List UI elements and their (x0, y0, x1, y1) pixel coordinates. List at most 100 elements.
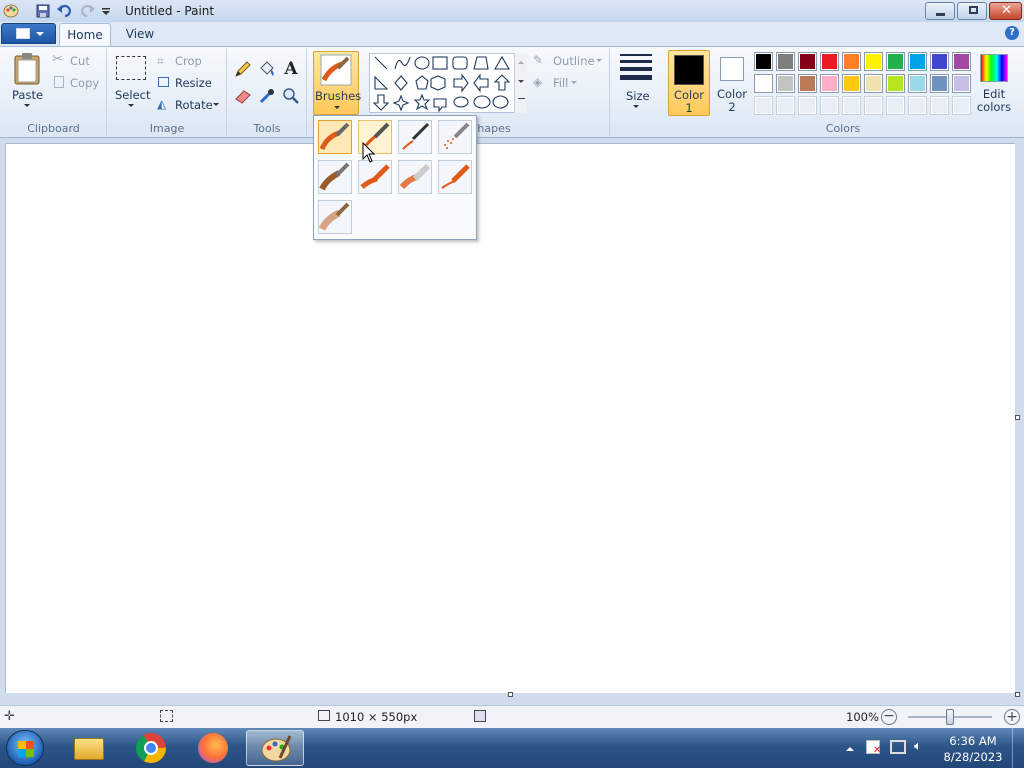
custom-color-slot[interactable] (842, 96, 861, 115)
help-icon[interactable]: ? (1005, 26, 1019, 40)
palette-swatch[interactable] (886, 52, 905, 71)
palette-swatch[interactable] (754, 74, 773, 93)
resize-handle-right[interactable] (1015, 415, 1020, 420)
palette-swatch[interactable] (820, 52, 839, 71)
resize-button[interactable]: Resize (157, 75, 217, 91)
network-icon[interactable] (890, 740, 906, 754)
chevron-down-icon (213, 103, 219, 109)
start-button[interactable] (6, 730, 44, 766)
save-icon[interactable] (35, 3, 51, 19)
shapes-scrollbar[interactable] (514, 53, 527, 113)
brush-option-oil[interactable] (318, 160, 352, 194)
palette-swatch[interactable] (798, 74, 817, 93)
clock-time[interactable]: 6:36 AM (942, 734, 1004, 748)
brush-option-brush[interactable] (318, 120, 352, 154)
paste-label: Paste (12, 88, 44, 102)
brush-option-pencil[interactable] (438, 160, 472, 194)
custom-color-slot[interactable] (754, 96, 773, 115)
zoom-in-button[interactable]: + (1004, 709, 1020, 725)
rotate-button[interactable]: ◭ Rotate (157, 97, 221, 113)
tab-view[interactable]: View (115, 23, 165, 46)
zoom-slider-thumb[interactable] (946, 709, 954, 725)
custom-color-slot[interactable] (776, 96, 795, 115)
edit-colors-button[interactable]: Edit colors (976, 50, 1012, 116)
custom-color-slot[interactable] (908, 96, 927, 115)
select-button[interactable]: Select (113, 52, 150, 114)
taskbar-chrome[interactable] (132, 732, 170, 764)
restore-button[interactable] (957, 2, 987, 20)
custom-color-slot[interactable] (864, 96, 883, 115)
outline-button[interactable]: ✎ Outline (533, 53, 605, 69)
close-button[interactable]: ✕ (989, 2, 1022, 20)
pencil-tool[interactable] (233, 59, 253, 79)
palette-swatch[interactable] (930, 52, 949, 71)
text-tool[interactable]: A (281, 59, 301, 79)
custom-color-slot[interactable] (886, 96, 905, 115)
palette-swatch[interactable] (930, 74, 949, 93)
cut-button[interactable]: ✂ Cut (52, 52, 102, 69)
palette-swatch[interactable] (864, 74, 883, 93)
custom-color-slot[interactable] (798, 96, 817, 115)
palette-swatch[interactable] (754, 52, 773, 71)
palette-swatch[interactable] (908, 52, 927, 71)
resize-handle-bottom[interactable] (508, 692, 513, 697)
palette-swatch[interactable] (952, 52, 971, 71)
show-desktop-button[interactable] (1012, 728, 1024, 768)
brush-option-airbrush[interactable] (438, 120, 472, 154)
paint-menu-button[interactable] (1, 23, 56, 44)
fill-button[interactable]: ◈ Fill (533, 75, 583, 91)
palette-swatch[interactable] (886, 74, 905, 93)
palette-swatch[interactable] (842, 52, 861, 71)
zoom-out-button[interactable]: − (881, 709, 897, 725)
fill-bucket-icon: ◈ (533, 75, 543, 89)
chevron-down-icon (24, 104, 30, 110)
eraser-tool[interactable] (233, 86, 253, 106)
palette-swatch[interactable] (776, 52, 795, 71)
brush-option-calligraphy-2[interactable] (398, 120, 432, 154)
palette-swatch[interactable] (908, 74, 927, 93)
folder-icon (74, 738, 104, 760)
clock-date[interactable]: 8/28/2023 (942, 750, 1004, 764)
brush-option-marker[interactable] (398, 160, 432, 194)
paste-button[interactable]: Paste (8, 50, 48, 114)
brushes-button[interactable]: Brushes (313, 51, 361, 115)
action-center-icon[interactable]: ✕ (866, 740, 881, 756)
palette-swatch[interactable] (864, 52, 883, 71)
redo-icon[interactable] (79, 3, 95, 19)
color1-button[interactable]: Color 1 (668, 50, 710, 116)
copy-button[interactable]: Copy (52, 75, 102, 91)
color-palette (754, 52, 974, 116)
custom-color-slot[interactable] (930, 96, 949, 115)
magnifier-tool[interactable] (281, 86, 301, 106)
resize-handle-corner[interactable] (1015, 692, 1020, 697)
palette-swatch[interactable] (820, 74, 839, 93)
palette-swatch[interactable] (776, 74, 795, 93)
customize-toolbar-icon[interactable] (98, 3, 114, 19)
paint-app-icon[interactable] (3, 3, 19, 19)
minimize-button[interactable] (925, 2, 955, 20)
palette-swatch[interactable] (952, 74, 971, 93)
fill-tool[interactable] (257, 59, 277, 79)
color-picker-tool[interactable] (257, 86, 277, 106)
taskbar-explorer[interactable] (70, 732, 108, 764)
drawing-canvas[interactable] (5, 143, 1015, 693)
tab-home[interactable]: Home (59, 23, 111, 46)
undo-icon[interactable] (57, 3, 73, 19)
show-hidden-icons-button[interactable] (846, 743, 854, 751)
custom-color-slot[interactable] (952, 96, 971, 115)
shapes-gallery[interactable] (369, 53, 527, 113)
color2-button[interactable]: Color 2 (714, 50, 750, 116)
size-button[interactable]: Size (616, 51, 656, 115)
volume-muted-icon[interactable]: 🔈︎ (914, 739, 932, 755)
chevron-down-icon (596, 59, 602, 65)
custom-color-slot[interactable] (820, 96, 839, 115)
crop-button[interactable]: ⌗ Crop (157, 53, 217, 69)
brush-option-watercolor[interactable] (318, 200, 352, 234)
palette-swatch[interactable] (842, 74, 861, 93)
taskbar-firefox[interactable] (194, 732, 232, 764)
scroll-up-icon (518, 58, 524, 64)
crop-label: Crop (175, 54, 202, 68)
taskbar-paint[interactable] (246, 730, 304, 766)
brush-option-crayon[interactable] (358, 160, 392, 194)
palette-swatch[interactable] (798, 52, 817, 71)
